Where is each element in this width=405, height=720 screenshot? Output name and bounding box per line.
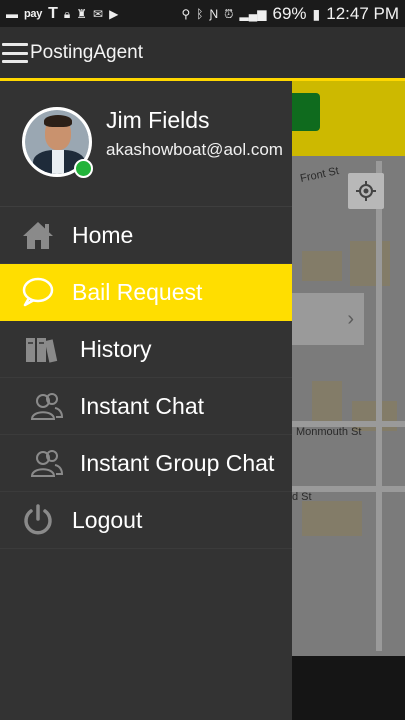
tmobile-icon: T [48, 4, 58, 22]
map-info-card[interactable]: › [292, 293, 364, 345]
map-street-label: d St [292, 491, 312, 503]
map-view[interactable]: Front St › Monmouth St d St [292, 81, 405, 656]
map-block [302, 251, 342, 281]
battery-percent: 69% [272, 3, 307, 23]
map-action-button[interactable] [292, 93, 320, 131]
map-street-label: Monmouth St [296, 426, 362, 438]
map-block [302, 501, 362, 536]
users-icon [30, 446, 64, 480]
message-icon: ▬ [6, 6, 18, 21]
signal-icon: ▂▄▆ [239, 6, 267, 21]
books-icon [24, 332, 58, 366]
locate-me-button[interactable] [348, 173, 384, 209]
status-bar: ▬ pay T 🔒︎ ♜ ✉ ▶ ⚲ ᛒ Ɲ ⏰︎ ▂▄▆ 69% ▮ 12:4… [0, 0, 405, 27]
menu-item-logout[interactable]: Logout [0, 492, 292, 549]
avatar-shirt [52, 150, 64, 174]
key-icon: ♜ [76, 6, 87, 21]
power-icon [21, 503, 55, 537]
menu-item-label: History [80, 335, 152, 362]
mail-icon: ✉ [93, 6, 104, 21]
home-icon [21, 218, 55, 252]
menu-item-instant-group-chat[interactable]: Instant Group Chat [0, 435, 292, 492]
lock-icon: 🔒︎ [63, 6, 71, 21]
app-title: PostingAgent [30, 42, 144, 63]
alarm-icon: ⏰︎ [224, 6, 234, 21]
menu-item-history[interactable]: History [0, 321, 292, 378]
menu-item-label: Home [72, 221, 134, 248]
bottom-nav-area [292, 656, 405, 720]
play-icon: ▶ [109, 6, 119, 21]
users-icon [30, 389, 64, 423]
chat-bubble-icon [21, 275, 55, 309]
hamburger-menu-icon[interactable] [2, 43, 28, 63]
menu-item-instant-chat[interactable]: Instant Chat [0, 378, 292, 435]
crosshair-icon [356, 181, 376, 201]
clock: 12:47 PM [326, 3, 399, 23]
drawer-menu: Home Bail Request History Instant Chat I… [0, 207, 292, 549]
map-road [376, 161, 382, 651]
menu-item-label: Bail Request [72, 278, 203, 305]
map-street-label: Front St [299, 165, 340, 185]
app-bar: PostingAgent [0, 27, 405, 79]
menu-item-bail-request[interactable]: Bail Request [0, 264, 292, 321]
profile-header: Jim Fields akashowboat@aol.com [0, 81, 292, 207]
status-bar-left: ▬ pay T 🔒︎ ♜ ✉ ▶ [6, 4, 119, 22]
location-icon: ⚲ [181, 6, 191, 21]
status-bar-right: ⚲ ᛒ Ɲ ⏰︎ ▂▄▆ 69% ▮ 12:47 PM [181, 4, 399, 24]
map-block [350, 241, 390, 286]
menu-item-label: Logout [72, 506, 143, 533]
profile-email: akashowboat@aol.com [106, 140, 283, 159]
avatar-hair [44, 115, 72, 127]
menu-item-label: Instant Group Chat [80, 449, 275, 476]
chevron-right-icon: › [347, 307, 354, 330]
navigation-drawer: Jim Fields akashowboat@aol.com Home Bail… [0, 81, 292, 720]
menu-item-home[interactable]: Home [0, 207, 292, 264]
menu-item-label: Instant Chat [80, 392, 205, 419]
samsung-pay-label: pay [24, 7, 43, 20]
nfc-icon: Ɲ [209, 6, 219, 21]
bluetooth-icon: ᛒ [196, 6, 204, 21]
map-block [312, 381, 342, 421]
profile-name: Jim Fields [106, 107, 210, 133]
battery-icon: ▮ [312, 5, 321, 22]
online-status-indicator [74, 159, 93, 178]
